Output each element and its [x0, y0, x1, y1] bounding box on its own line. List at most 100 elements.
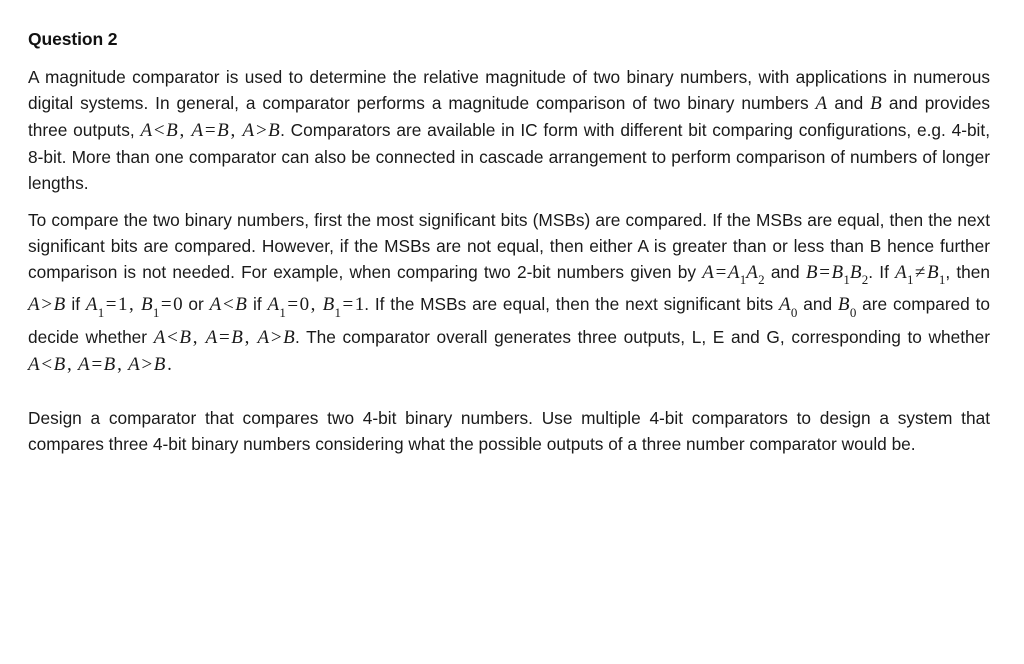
text-comma: ,: [179, 120, 190, 141]
math-subscript: 1: [907, 272, 914, 288]
math-subscript: 2: [758, 272, 765, 288]
math-var-b: B: [283, 326, 295, 348]
paragraph-intro: A magnitude comparator is used to determ…: [28, 64, 990, 196]
math-expr-a-gt-b: A>B: [242, 120, 281, 141]
math-var-b: B: [235, 294, 248, 316]
math-var-a: A: [209, 294, 222, 316]
text-comma: ,: [310, 294, 322, 316]
math-expr-a-lt-b: A<B: [153, 326, 192, 348]
math-expr-a1-equals-1: A1=1: [85, 294, 128, 319]
text-segment: . The comparator overall generates three…: [294, 326, 991, 347]
text-comma: ,: [128, 294, 140, 316]
math-var-a: A: [153, 326, 166, 348]
question-heading: Question 2: [28, 29, 118, 49]
math-var-a: A: [140, 120, 153, 141]
math-operator-greater-than: >: [41, 294, 53, 316]
math-var-b: B: [870, 93, 883, 114]
text-segment: if: [65, 294, 86, 315]
text-segment: , then: [945, 262, 990, 282]
math-expr-a-lt-b: A<B: [140, 120, 178, 141]
math-operator-equals: =: [160, 294, 172, 316]
text-segment: and: [797, 294, 838, 315]
math-subscript: 1: [739, 272, 747, 288]
math-expr-b0: B0: [837, 294, 856, 319]
text-segment: and: [827, 93, 871, 113]
math-var-a: A: [815, 93, 828, 114]
math-var-b: B: [217, 120, 230, 141]
math-var-a: A: [128, 353, 140, 375]
math-expr-a-equals-a1a2: A=A1A2: [702, 262, 764, 287]
math-number: 0: [173, 294, 183, 316]
math-expr-a-lt-b: A<B: [209, 294, 248, 316]
math-operator-equals: =: [342, 294, 354, 316]
math-operator-equals: =: [218, 326, 230, 348]
math-subscript: 0: [790, 304, 798, 320]
math-var-a: A: [257, 326, 270, 348]
math-operator-equals: =: [105, 294, 117, 316]
math-operator-less-than: <: [41, 353, 53, 375]
math-subscript: 0: [849, 304, 857, 320]
math-var-b: B: [179, 326, 192, 348]
math-var-a: A: [191, 120, 204, 141]
math-operator-equals: =: [91, 353, 103, 375]
math-var-b: B: [849, 262, 862, 283]
math-operator-equals: =: [204, 120, 216, 141]
math-expr-a-eq-b: A=B: [191, 120, 230, 141]
math-number: 0: [299, 294, 310, 316]
math-var-a: A: [85, 294, 98, 316]
math-expr-a-eq-b: A=B: [78, 353, 116, 375]
math-var-b: B: [166, 120, 178, 141]
math-var-b: B: [231, 326, 244, 348]
math-var-b: B: [268, 120, 281, 141]
math-subscript: 1: [334, 304, 342, 320]
text-comma: ,: [244, 326, 256, 348]
paragraph-comparison-method: To compare the two binary numbers, first…: [28, 207, 990, 378]
math-expr-a1-neq-b1: A1≠B1: [895, 262, 945, 287]
math-var-a: A: [78, 353, 90, 375]
text-segment: if: [247, 294, 268, 315]
math-subscript: 2: [861, 272, 869, 288]
math-operator-greater-than: >: [141, 353, 153, 375]
text-segment: . If the MSBs are equal, then the next s…: [364, 294, 779, 315]
math-expr-a0: A0: [779, 294, 797, 319]
text-comma: ,: [117, 353, 127, 375]
math-number: 1: [354, 294, 365, 316]
math-operator-equals: =: [715, 262, 727, 283]
text-segment: and: [764, 262, 806, 282]
math-expr-a-gt-b: A>B: [128, 353, 166, 375]
math-var-b: B: [837, 294, 850, 316]
math-var-a: A: [205, 326, 218, 348]
math-operator-greater-than: >: [255, 120, 267, 141]
math-expr-a1-equals-0: A1=0: [267, 294, 310, 319]
math-var-a: A: [702, 262, 715, 283]
math-subscript: 1: [843, 272, 850, 288]
math-var-b: B: [140, 294, 153, 316]
math-var-a: A: [28, 294, 40, 316]
math-var-b: B: [53, 294, 66, 316]
document-page: Question 2 A magnitude comparator is use…: [0, 0, 1024, 664]
math-operator-equals: =: [287, 294, 299, 316]
paragraph-design-task: Design a comparator that compares two 4-…: [28, 407, 990, 454]
math-var-a: A: [895, 262, 907, 283]
math-var-b: B: [926, 262, 939, 283]
math-var-a: A: [28, 353, 40, 375]
math-expr-b1-equals-1: B1=1: [323, 294, 365, 319]
text-segment: . If: [868, 262, 896, 282]
text-segment: or: [182, 294, 210, 315]
text-period: .: [167, 353, 172, 375]
math-expr-b-equals-b1b2: B=B1B2: [805, 262, 868, 287]
math-operator-less-than: <: [223, 294, 234, 316]
math-expr-b1-equals-0: B1=0: [140, 294, 183, 319]
math-expr-a-lt-b: A<B: [28, 353, 66, 375]
math-expr-a-gt-b: A>B: [257, 326, 295, 348]
math-var-a: A: [779, 294, 791, 316]
math-var-b: B: [805, 262, 818, 283]
math-subscript: 1: [97, 304, 105, 320]
math-var-a: A: [242, 120, 255, 141]
math-subscript: 1: [279, 304, 286, 320]
math-var-b: B: [103, 353, 116, 375]
math-operator-equals: =: [819, 262, 830, 283]
math-operator-less-than: <: [167, 326, 178, 348]
math-var-a: A: [267, 294, 280, 316]
math-var-b: B: [831, 262, 844, 283]
